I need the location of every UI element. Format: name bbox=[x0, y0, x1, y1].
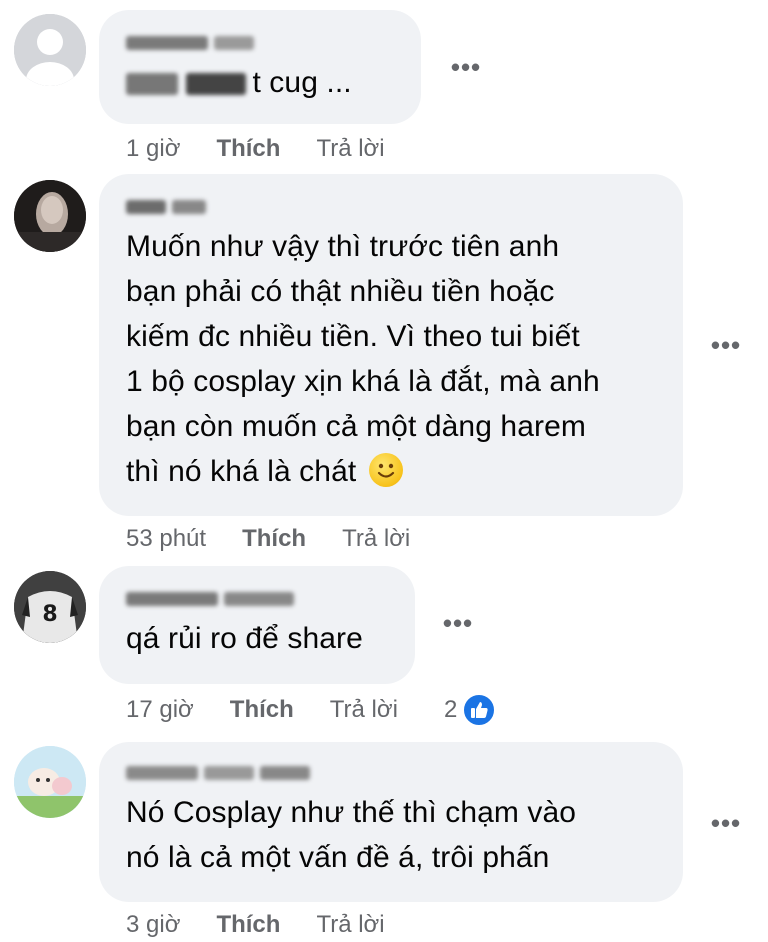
comment-actions: 17 giờ Thích Trả lời 2 bbox=[126, 692, 498, 728]
profile-photo-icon bbox=[14, 180, 86, 252]
avatar[interactable] bbox=[14, 746, 86, 818]
more-options-button[interactable]: ••• bbox=[706, 330, 746, 360]
comment-text-line: Nó Cosplay như thế thì chạm vào bbox=[126, 796, 577, 829]
comment-bubble: Muốn như vậy thì trước tiên anh bạn phải… bbox=[99, 174, 683, 516]
comment-actions: 1 giờ Thích Trả lời bbox=[126, 132, 385, 166]
profile-photo-icon: 8 bbox=[14, 571, 86, 643]
like-button[interactable]: Thích bbox=[242, 525, 306, 553]
comment-actions: 53 phút Thích Trả lời bbox=[126, 522, 410, 556]
more-options-button[interactable]: ••• bbox=[706, 808, 746, 838]
like-button[interactable]: Thích bbox=[216, 135, 280, 163]
comment-text: t cug ... bbox=[126, 60, 393, 105]
comment-text-line: t cug ... bbox=[252, 66, 352, 99]
more-dots: ••• bbox=[442, 607, 474, 638]
profile-photo-icon bbox=[14, 746, 86, 818]
timestamp[interactable]: 1 giờ bbox=[126, 135, 180, 163]
like-button[interactable]: Thích bbox=[230, 696, 294, 724]
author-name-redacted[interactable] bbox=[126, 196, 655, 218]
more-options-button[interactable]: ••• bbox=[438, 608, 478, 638]
timestamp[interactable]: 17 giờ bbox=[126, 696, 194, 724]
comment-actions: 3 giờ Thích Trả lời bbox=[126, 908, 385, 942]
comment-text-line: bạn phải có thật nhiều tiền hoặc bbox=[126, 275, 555, 308]
svg-text:8: 8 bbox=[42, 602, 57, 627]
comment-text-line: Muốn như vậy thì trước tiên anh bbox=[126, 230, 560, 263]
comment-text-line: 1 bộ cosplay xịn khá là đắt, mà anh bbox=[126, 365, 600, 398]
more-dots: ••• bbox=[710, 807, 742, 838]
timestamp[interactable]: 53 phút bbox=[126, 525, 206, 553]
timestamp[interactable]: 3 giờ bbox=[126, 911, 180, 939]
comment-text-line: kiếm đc nhiều tiền. Vì theo tui biết bbox=[126, 320, 580, 353]
author-name-redacted[interactable] bbox=[126, 32, 393, 54]
more-dots: ••• bbox=[710, 329, 742, 360]
reply-button[interactable]: Trả lời bbox=[316, 911, 384, 939]
slightly-smiling-face-icon bbox=[368, 453, 403, 487]
comment-text-line: thì nó khá là chát bbox=[126, 455, 357, 488]
comment-text-line-last: thì nó khá là chát bbox=[126, 449, 655, 494]
more-dots: ••• bbox=[450, 51, 482, 82]
avatar[interactable]: 8 bbox=[14, 571, 86, 643]
author-name-redacted[interactable] bbox=[126, 762, 655, 784]
comment-text-line: bạn còn muốn cả một dàng harem bbox=[126, 410, 586, 443]
avatar[interactable] bbox=[14, 180, 86, 252]
reply-button[interactable]: Trả lời bbox=[316, 135, 384, 163]
reaction-count: 2 bbox=[443, 696, 458, 723]
comment-bubble: qá rủi ro để share bbox=[99, 566, 415, 684]
comment-text-line: nó là cả một vấn đề á, trôi phấn bbox=[126, 841, 550, 874]
like-button[interactable]: Thích bbox=[216, 911, 280, 939]
reply-button[interactable]: Trả lời bbox=[342, 525, 410, 553]
reply-button[interactable]: Trả lời bbox=[330, 696, 398, 724]
more-options-button[interactable]: ••• bbox=[446, 52, 486, 82]
reaction-summary[interactable]: 2 bbox=[443, 692, 498, 728]
comment-bubble: Nó Cosplay như thế thì chạm vào nó là cả… bbox=[99, 742, 683, 902]
comment-bubble: t cug ... bbox=[99, 10, 421, 124]
comment-text-line: qá rủi ro để share bbox=[126, 622, 363, 655]
avatar[interactable] bbox=[14, 14, 86, 86]
author-name-redacted[interactable] bbox=[126, 588, 387, 610]
default-avatar-icon bbox=[14, 14, 86, 86]
thumbs-up-icon bbox=[461, 692, 498, 728]
